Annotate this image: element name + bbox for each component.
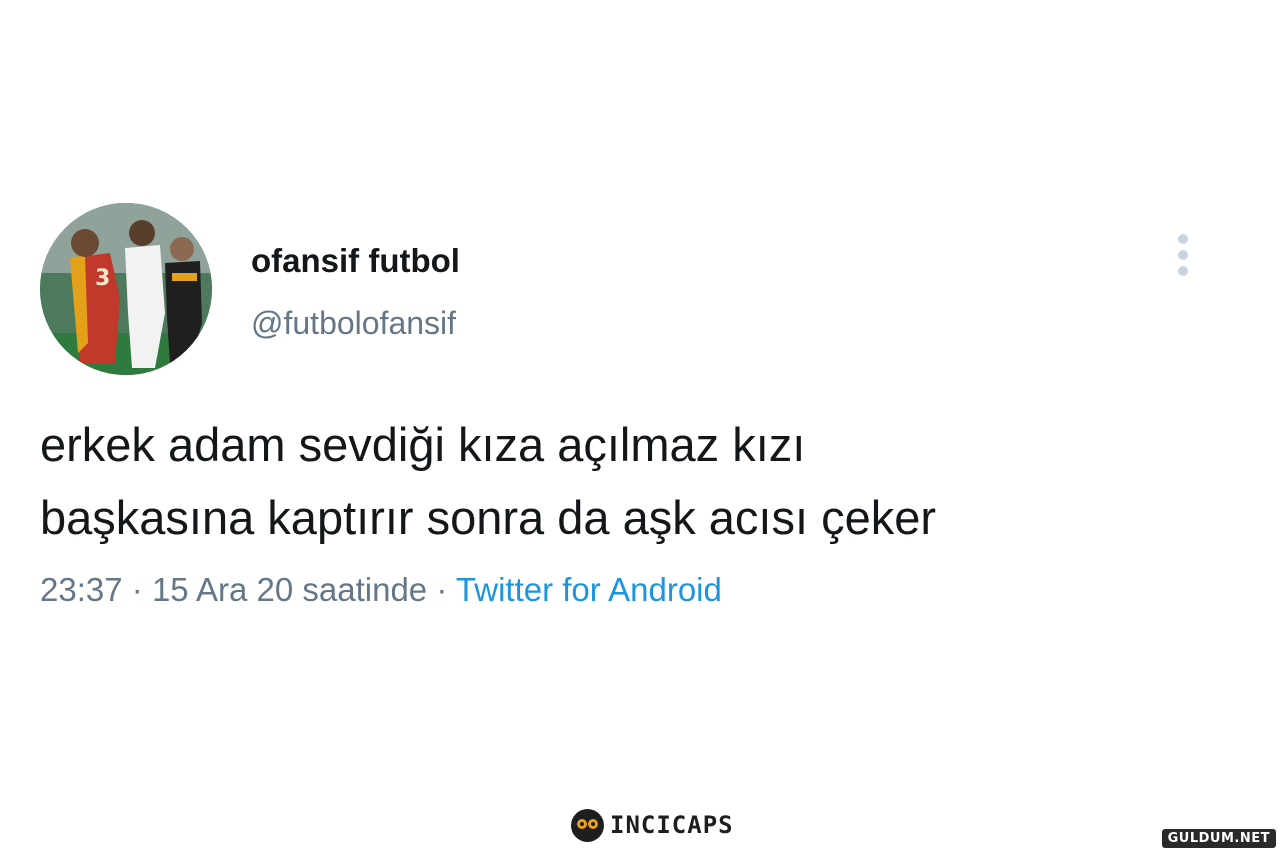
display-name[interactable]: ofansif futbol: [251, 242, 460, 280]
logo-text: INCICAPS: [610, 811, 734, 839]
meta-separator: ·: [131, 571, 143, 608]
tweet-time[interactable]: 23:37: [40, 571, 123, 608]
tweet-text-line: başkasına kaptırır sonra da aşk acısı çe…: [40, 491, 937, 544]
football-players-photo: 3: [40, 203, 212, 375]
tweet-text: erkek adam sevdiği kıza açılmaz kızı baş…: [40, 408, 1240, 554]
vertical-ellipsis-icon[interactable]: [1171, 232, 1195, 278]
incicaps-logo: INCICAPS: [571, 808, 734, 842]
owl-icon: [571, 808, 604, 842]
tweet-text-line: erkek adam sevdiği kıza açılmaz kızı: [40, 418, 806, 471]
tweet-date[interactable]: 15 Ara 20 saatinde: [152, 571, 427, 608]
svg-text:3: 3: [95, 266, 110, 291]
user-handle[interactable]: @futbolofansif: [251, 305, 456, 342]
tweet-card: 3 ofansif futbol @futbolofansif erkek ad…: [0, 0, 1280, 852]
tweet-meta: 23:37 · 15 Ara 20 saatinde · Twitter for…: [40, 571, 722, 609]
profile-avatar[interactable]: 3: [40, 203, 212, 375]
tweet-source-link[interactable]: Twitter for Android: [456, 571, 722, 608]
meta-separator: ·: [436, 571, 448, 608]
guldum-watermark: GULDUM.NET: [1161, 829, 1276, 848]
